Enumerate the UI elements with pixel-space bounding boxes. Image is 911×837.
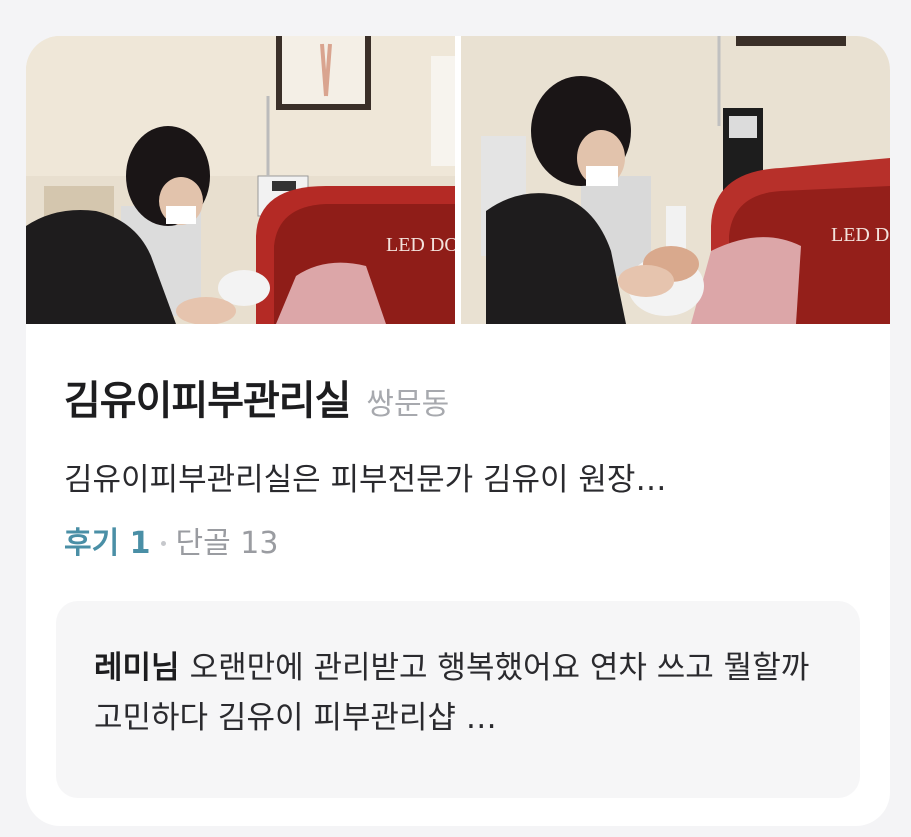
shop-description: 김유이피부관리실은 피부전문가 김유이 원장… [64,462,667,498]
review-text-block: 레미님 오랜만에 관리받고 행복했어요 연차 쓰고 뭘할까 고민하다 김유이 피부… [94,643,814,743]
review-content: 오랜만에 관리받고 행복했어요 연차 쓰고 뭘할까 고민하다 김유이 피부관리샵… [94,650,810,736]
reviews-count[interactable]: 후기 1 [64,518,151,562]
treatment-photo-1: LED DO [26,36,455,324]
photo-2[interactable]: LED D [461,36,890,324]
regulars-count: 단골 13 [175,526,279,561]
title-row: 김유이피부관리실 쌍문동 [64,368,449,426]
shop-location: 쌍문동 [366,387,450,422]
shop-name[interactable]: 김유이피부관리실 [64,368,351,426]
review-preview[interactable]: 레미님 오랜만에 관리받고 행복했어요 연차 쓰고 뭘할까 고민하다 김유이 피부… [56,601,860,798]
separator-dot [160,540,166,546]
led-label: LED DO [386,234,455,256]
treatment-photo-2: LED D [461,36,890,324]
shop-card[interactable]: LED DO LED D 김유이피부관리실 쌍문동 김유이피부관리실은 피부전문… [26,36,890,826]
reviewer-name: 레미님 [94,650,180,686]
photo-1[interactable]: LED DO [26,36,455,324]
photo-gallery: LED DO LED D [26,36,890,324]
led-label: LED D [831,224,889,246]
shop-stats: 후기 1 단골 13 [64,518,278,562]
